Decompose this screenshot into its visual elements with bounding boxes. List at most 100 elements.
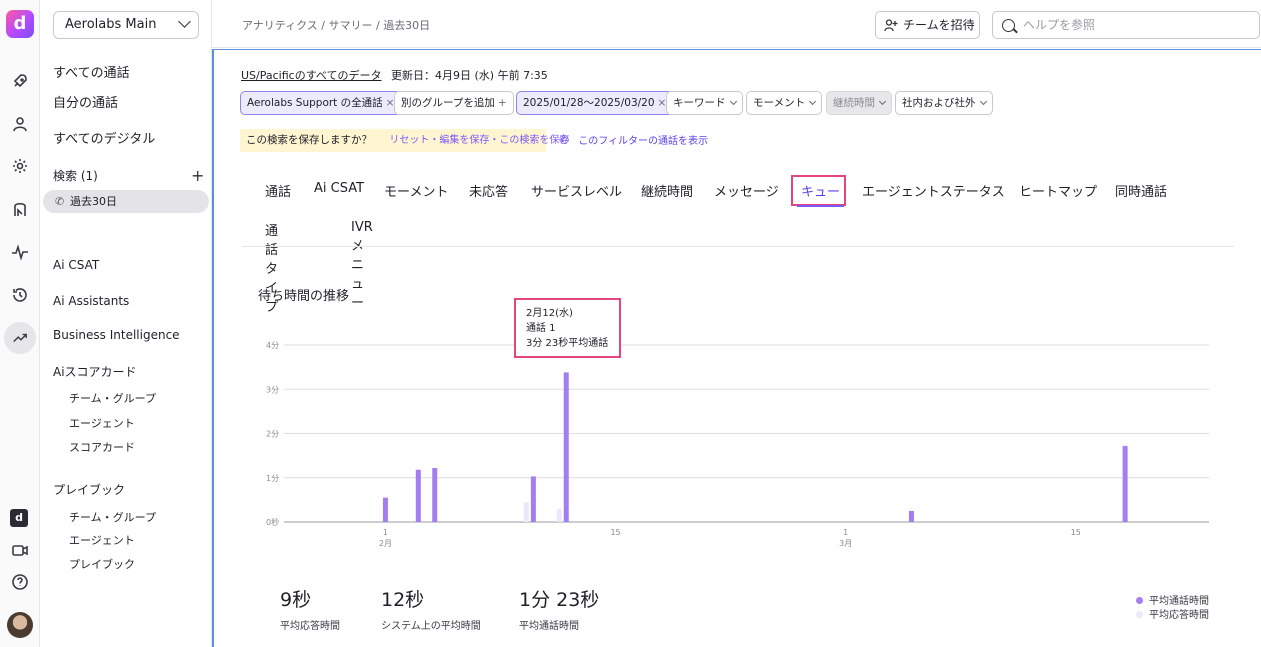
chart-bar (908, 510, 914, 522)
tooltip-calls: 通話 1 (526, 323, 556, 334)
dialpad-icon[interactable]: d (10, 509, 28, 527)
updated-text: 更新日：4月9日 (水) 午前 7:35 (391, 69, 548, 82)
chart-bar (556, 508, 562, 522)
chevron-down-icon (979, 97, 987, 106)
chip-label: 継続時間 (833, 97, 875, 109)
help-icon[interactable] (9, 571, 31, 593)
top-bar: アナリティクス / サマリー / 過去30日 チームを招待 ヘルプを参照 (212, 0, 1261, 48)
legend-label: 平均応答時間 (1149, 610, 1209, 621)
sidebar-sub-team-group[interactable]: チーム・グループ (69, 509, 156, 525)
sidebar-item-last-30-days[interactable]: ✆ 過去30日 (43, 190, 209, 213)
chip-label: 社内および社外 (902, 97, 976, 109)
sidebar-sub-scorecard[interactable]: スコアカード (69, 439, 135, 455)
active-tab-underline (797, 205, 844, 207)
sidebar-item-label: 過去30日 (70, 195, 117, 208)
tab-ai-csat[interactable]: Ai CSAT (314, 181, 364, 196)
stat-value: 9秒 (280, 589, 312, 611)
history-icon[interactable] (9, 284, 31, 306)
sidebar-sub-agent[interactable]: エージェント (69, 532, 135, 548)
stat-avg-system: 12秒 システム上の平均時間 (381, 585, 481, 632)
tab-heatmap[interactable]: ヒートマップ (1019, 181, 1097, 200)
filter-calls-link[interactable]: ✆ このフィルターの通話を表示 (559, 130, 708, 152)
app-logo[interactable]: d (6, 10, 34, 38)
chip-internal-external[interactable]: 社内および社外 (895, 91, 993, 115)
y-tick-label: 3分 (266, 385, 279, 394)
sidebar-sub-agent[interactable]: エージェント (69, 415, 135, 431)
tab-calls[interactable]: 通話 (265, 181, 291, 200)
tab-duration[interactable]: 継続時間 (641, 181, 693, 200)
tabs-divider (242, 246, 1234, 247)
sidebar-item-business-intelligence[interactable]: Business Intelligence (53, 328, 180, 342)
sidebar-item-ai-assistants[interactable]: Ai Assistants (53, 294, 129, 308)
y-tick-label: 2分 (266, 430, 279, 439)
sidebar-item-ai-csat[interactable]: Ai CSAT (53, 258, 99, 272)
user-avatar[interactable] (7, 612, 33, 638)
chevron-down-icon (809, 97, 817, 106)
tab-moment[interactable]: モーメント (384, 181, 448, 200)
sidebar-item-ai-scorecard[interactable]: Aiスコアカード (53, 363, 137, 380)
tab-concurrent-calls[interactable]: 同時通話 (1115, 181, 1167, 200)
chip-date-range[interactable]: 2025/01/28〜2025/03/20 × (516, 91, 674, 115)
user-icon[interactable] (9, 113, 31, 135)
sidebar-sub-team-group[interactable]: チーム・グループ (69, 390, 156, 406)
app-root: d d Aerolabs Main すべての通話 自分の通話 すべてのデジタル … (0, 0, 1261, 647)
trending-icon[interactable] (4, 322, 36, 354)
chart-tooltip: 2月12(水) 通話 1 3分 23秒平均通話 (514, 298, 621, 358)
tab-missed[interactable]: 未応答 (469, 181, 508, 200)
chip-group-filter[interactable]: Aerolabs Support の全通話 × (240, 91, 402, 115)
sidebar-item-playbook[interactable]: プレイブック (53, 481, 125, 498)
phone-icon: ✆ (559, 133, 570, 147)
stat-value: 1分 23秒 (519, 589, 600, 611)
sidebar-item-all-calls[interactable]: すべての通話 (53, 62, 130, 81)
invite-team-button[interactable]: チームを招待 (875, 11, 980, 39)
data-meta: US/Pacificのすべてのデータ 更新日：4月9日 (水) 午前 7:35 (241, 67, 548, 83)
tab-messages[interactable]: メッセージ (714, 181, 779, 200)
tooltip-avg: 3分 23秒平均通話 (526, 338, 609, 349)
save-links[interactable]: リセット・編集を保存・この検索を保存 (389, 135, 569, 146)
add-search-icon[interactable]: + (191, 166, 204, 185)
chevron-down-icon (729, 97, 737, 106)
chip-duration: 継続時間 (826, 91, 892, 115)
wait-time-chart: 0秒 1分 2分 3分 4分 1 2月 15 1 3月 15 (266, 341, 1209, 548)
sidebar-search-heading: 検索 (1) (53, 169, 98, 183)
rocket-icon[interactable] (9, 70, 31, 92)
stat-label: 平均応答時間 (280, 621, 340, 632)
breadcrumb: アナリティクス / サマリー / 過去30日 (242, 19, 431, 32)
gear-icon[interactable] (9, 155, 31, 177)
tab-agent-status[interactable]: エージェントステータス (862, 181, 1005, 200)
help-search-input[interactable]: ヘルプを参照 (992, 11, 1260, 39)
chip-label: キーワード (673, 97, 726, 109)
timezone-link[interactable]: US/Pacificのすべてのデータ (241, 69, 382, 82)
chart-bar (530, 476, 536, 522)
chip-label: Aerolabs Support の全通話 (247, 97, 383, 109)
chart-bar (432, 468, 438, 522)
x-tick-month-label: 2月 (379, 539, 392, 548)
pulse-icon[interactable] (9, 241, 31, 263)
chart-bar (563, 372, 569, 522)
search-icon (1002, 19, 1015, 32)
chip-label: 別のグループを追加 (401, 97, 495, 109)
chip-keyword[interactable]: キーワード (666, 91, 743, 115)
tab-service-level[interactable]: サービスレベル (531, 181, 622, 200)
sidebar-sub-playbook[interactable]: プレイブック (69, 556, 135, 572)
chevron-down-icon (178, 15, 191, 28)
coaching-icon[interactable] (9, 198, 31, 220)
save-search-bar: この検索を保存しますか？ リセット・編集を保存・この検索を保存 (240, 129, 569, 152)
video-icon[interactable] (9, 539, 31, 561)
x-tick-label: 15 (1071, 528, 1081, 537)
chip-add-group[interactable]: 別のグループを追加 + (394, 91, 514, 115)
plus-icon: + (497, 97, 507, 109)
help-placeholder: ヘルプを参照 (1023, 18, 1096, 32)
chart-bar (415, 469, 421, 522)
legend-item[interactable]: 平均通話時間 (1136, 592, 1209, 607)
y-tick-label: 4分 (266, 341, 279, 350)
workspace-selector[interactable]: Aerolabs Main (53, 11, 199, 39)
stat-label: システム上の平均時間 (381, 621, 481, 632)
sidebar-item-all-digital[interactable]: すべてのデジタル (53, 128, 155, 147)
x-tick-label: 1 (383, 528, 388, 537)
sidebar-item-my-calls[interactable]: 自分の通話 (53, 92, 118, 111)
chart-legend: 平均通話時間 平均応答時間 (1136, 592, 1209, 621)
stat-avg-talk: 1分 23秒 平均通話時間 (519, 585, 599, 632)
legend-item[interactable]: 平均応答時間 (1136, 606, 1209, 621)
chip-moment[interactable]: モーメント (746, 91, 823, 115)
